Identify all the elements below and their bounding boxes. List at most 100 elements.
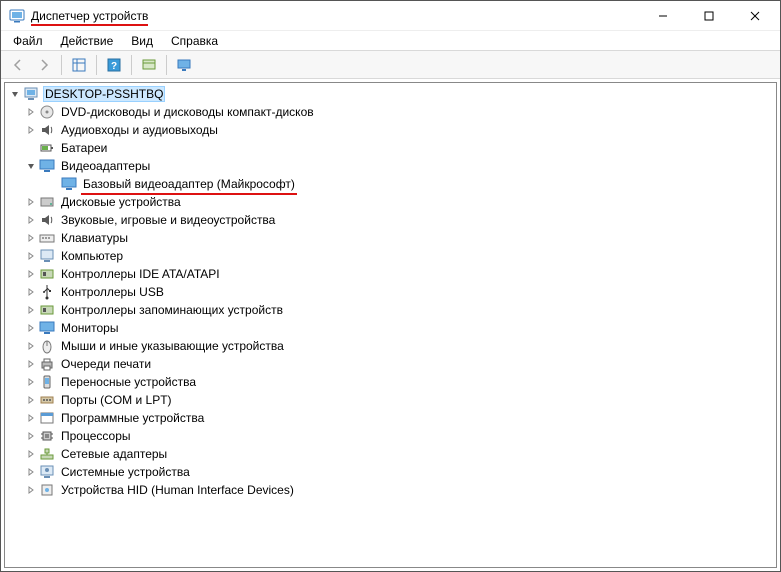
tree-category[interactable]: Мониторы (5, 319, 776, 337)
tree-category[interactable]: Контроллеры запоминающих устройств (5, 301, 776, 319)
monitor-icon (39, 158, 55, 174)
hid-icon (39, 482, 55, 498)
tree-category-label: Системные устройства (59, 465, 192, 479)
tree-category[interactable]: Батареи (5, 139, 776, 157)
mouse-icon (39, 338, 55, 354)
tree-category-label: Контроллеры IDE ATA/ATAPI (59, 267, 222, 281)
menu-view[interactable]: Вид (123, 33, 161, 49)
keyboard-icon (39, 230, 55, 246)
titlebar: Диспетчер устройств (1, 1, 780, 31)
collapse-icon[interactable] (7, 86, 23, 102)
back-button[interactable] (6, 54, 30, 76)
expand-icon[interactable] (23, 446, 39, 462)
tree-category[interactable]: Процессоры (5, 427, 776, 445)
tree-category-label: Очереди печати (59, 357, 153, 371)
menu-action[interactable]: Действие (53, 33, 122, 49)
app-icon (9, 8, 25, 24)
expand-icon[interactable] (23, 320, 39, 336)
expand-icon[interactable] (23, 302, 39, 318)
audio-icon (39, 122, 55, 138)
maximize-button[interactable] (686, 1, 732, 31)
tree-category-label: Порты (COM и LPT) (59, 393, 174, 407)
tree-category[interactable]: Сетевые адаптеры (5, 445, 776, 463)
expand-icon[interactable] (23, 464, 39, 480)
monitor-button[interactable] (172, 54, 196, 76)
tree-category-label: Аудиовходы и аудиовыходы (59, 123, 220, 137)
minimize-button[interactable] (640, 1, 686, 31)
tree-category-label: Контроллеры USB (59, 285, 166, 299)
computer-icon (39, 248, 55, 264)
expand-icon[interactable] (23, 284, 39, 300)
tree-category[interactable]: Звуковые, игровые и видеоустройства (5, 211, 776, 229)
expand-icon[interactable] (23, 104, 39, 120)
expand-icon[interactable] (23, 428, 39, 444)
tree-category-label: Звуковые, игровые и видеоустройства (59, 213, 277, 227)
svg-text:?: ? (111, 61, 117, 72)
menu-file[interactable]: Файл (5, 33, 51, 49)
tree-category[interactable]: Программные устройства (5, 409, 776, 427)
toolbar-separator (131, 55, 132, 75)
tree-category[interactable]: Переносные устройства (5, 373, 776, 391)
close-button[interactable] (732, 1, 778, 31)
tree-category[interactable]: Аудиовходы и аудиовыходы (5, 121, 776, 139)
expand-icon[interactable] (23, 122, 39, 138)
tree-category-label: DVD-дисководы и дисководы компакт-дисков (59, 105, 316, 119)
forward-button[interactable] (32, 54, 56, 76)
software-icon (39, 410, 55, 426)
tree-category-label: Клавиатуры (59, 231, 130, 245)
tree-category[interactable]: Контроллеры USB (5, 283, 776, 301)
tree-category-label: Мыши и иные указывающие устройства (59, 339, 286, 353)
expand-icon[interactable] (23, 410, 39, 426)
tree-category[interactable]: Очереди печати (5, 355, 776, 373)
tree-category-label: Программные устройства (59, 411, 206, 425)
tree-category[interactable]: Видеоадаптеры (5, 157, 776, 175)
toolbar-separator (166, 55, 167, 75)
expand-icon[interactable] (23, 356, 39, 372)
tree-category[interactable]: Компьютер (5, 247, 776, 265)
expand-icon[interactable] (23, 482, 39, 498)
tree-category-label: Мониторы (59, 321, 120, 335)
help-button[interactable]: ? (102, 54, 126, 76)
tree-category[interactable]: Дисковые устройства (5, 193, 776, 211)
usb-icon (39, 284, 55, 300)
tree-category[interactable]: Системные устройства (5, 463, 776, 481)
tree-category-label: Компьютер (59, 249, 125, 263)
tree-category[interactable]: Контроллеры IDE ATA/ATAPI (5, 265, 776, 283)
tree-root[interactable]: DESKTOP-PSSHTBQ (5, 85, 776, 103)
menu-help[interactable]: Справка (163, 33, 226, 49)
expand-icon[interactable] (23, 338, 39, 354)
tree-device-label: Базовый видеоадаптер (Майкрософт) (81, 177, 297, 191)
tree-category-label: Видеоадаптеры (59, 159, 152, 173)
tree-category[interactable]: Порты (COM и LPT) (5, 391, 776, 409)
tree-category[interactable]: Мыши и иные указывающие устройства (5, 337, 776, 355)
drive-icon (39, 194, 55, 210)
expand-icon[interactable] (23, 212, 39, 228)
expand-icon[interactable] (23, 194, 39, 210)
expand-icon[interactable] (23, 248, 39, 264)
window-title: Диспетчер устройств (31, 9, 148, 23)
menubar: Файл Действие Вид Справка (1, 31, 780, 51)
tree-root-label: DESKTOP-PSSHTBQ (43, 86, 165, 102)
tree-category[interactable]: DVD-дисководы и дисководы компакт-дисков (5, 103, 776, 121)
tree-category-label: Переносные устройства (59, 375, 198, 389)
expand-icon[interactable] (23, 374, 39, 390)
scan-button[interactable] (137, 54, 161, 76)
collapse-icon[interactable] (23, 158, 39, 174)
network-icon (39, 446, 55, 462)
tree-device[interactable]: Базовый видеоадаптер (Майкрософт) (5, 175, 776, 193)
port-icon (39, 392, 55, 408)
tree-category-label: Процессоры (59, 429, 133, 443)
cpu-icon (39, 428, 55, 444)
audio-icon (39, 212, 55, 228)
expand-icon[interactable] (23, 266, 39, 282)
portable-icon (39, 374, 55, 390)
annotation-underline (31, 24, 148, 26)
tree-category[interactable]: Клавиатуры (5, 229, 776, 247)
show-hide-tree-button[interactable] (67, 54, 91, 76)
expand-icon[interactable] (23, 392, 39, 408)
device-tree[interactable]: DESKTOP-PSSHTBQ DVD-дисководы и дисковод… (4, 82, 777, 568)
expand-icon[interactable] (23, 230, 39, 246)
tree-category[interactable]: Устройства HID (Human Interface Devices) (5, 481, 776, 499)
system-icon (39, 464, 55, 480)
disc-icon (39, 104, 55, 120)
